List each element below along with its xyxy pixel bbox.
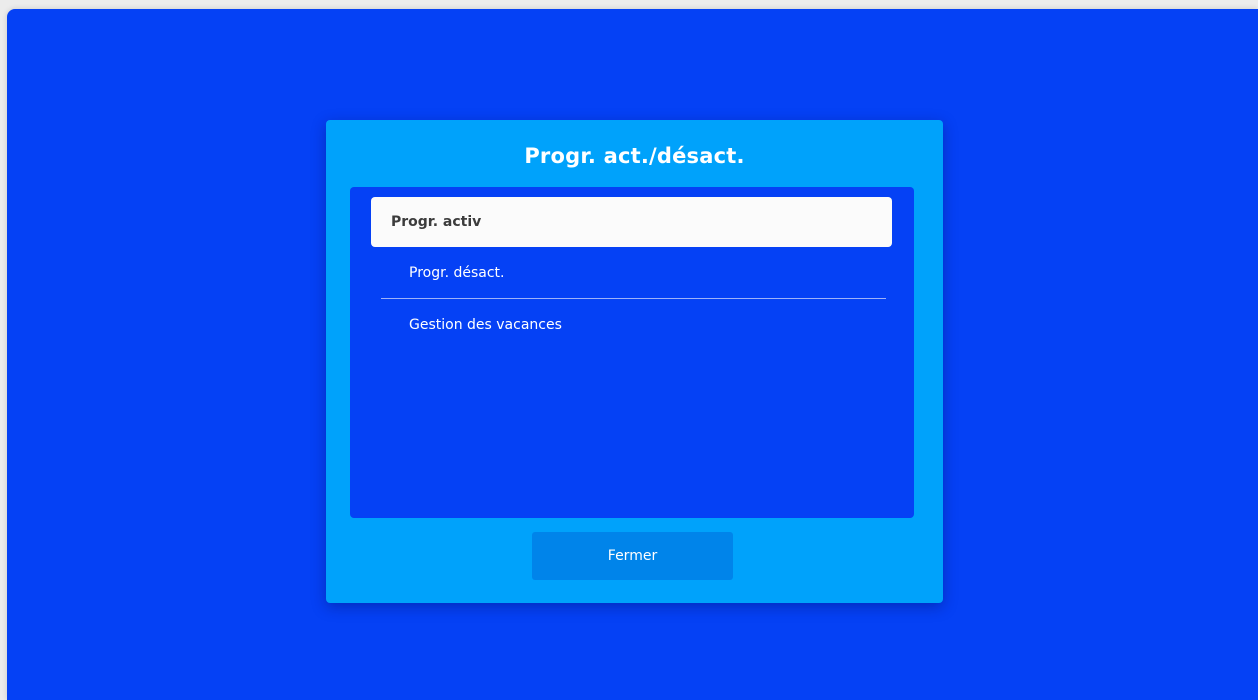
list-divider: [381, 298, 886, 299]
options-list: Progr. activ Progr. désact. Gestion des …: [350, 187, 914, 518]
screen-background: Progr. act./désact. Progr. activ Progr. …: [7, 9, 1258, 700]
close-button[interactable]: Fermer: [532, 532, 733, 580]
list-item-progr-desact[interactable]: Progr. désact.: [371, 248, 892, 298]
dialog-title: Progr. act./désact.: [524, 144, 745, 168]
list-item-gestion-vacances[interactable]: Gestion des vacances: [371, 300, 892, 350]
list-item-progr-activ[interactable]: Progr. activ: [371, 197, 892, 247]
program-toggle-dialog: Progr. act./désact. Progr. activ Progr. …: [326, 120, 943, 603]
